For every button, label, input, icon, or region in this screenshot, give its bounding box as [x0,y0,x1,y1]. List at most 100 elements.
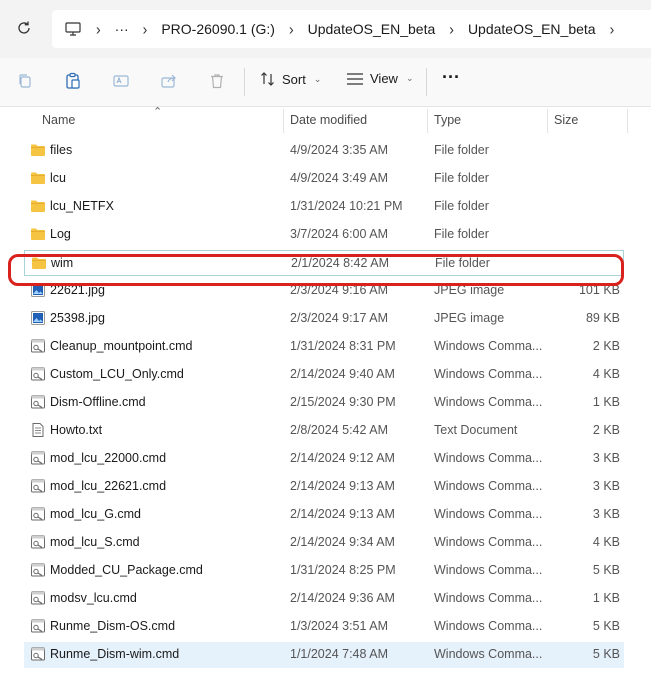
cmd-file-icon [30,646,46,662]
column-header-name[interactable]: Name [42,113,75,127]
more-options-button[interactable]: ··· [442,67,460,88]
column-header-type[interactable]: Type [434,113,461,127]
file-size: 5 KB [592,563,620,577]
share-button[interactable] [158,70,180,92]
cmd-file-icon [30,506,46,522]
rename-button[interactable] [110,70,132,92]
image-file-icon [30,310,46,326]
file-date-modified: 2/8/2024 5:42 AM [290,423,388,437]
cmd-file-icon [30,450,46,466]
file-row[interactable]: Log 3/7/2024 6:00 AM File folder [24,222,624,248]
file-type: Text Document [434,423,518,437]
file-row[interactable]: Custom_LCU_Only.cmd 2/14/2024 9:40 AM Wind… [24,362,624,388]
file-row[interactable]: mod_lcu_22000.cmd 2/14/2024 9:12 AM Window… [24,446,624,472]
file-date-modified: 3/7/2024 6:00 AM [290,227,388,241]
file-name: files [50,143,73,157]
file-name: Custom_LCU_Only.cmd [50,367,184,381]
file-name: Cleanup_mountpoint.cmd [50,339,193,353]
file-row[interactable]: Cleanup_mountpoint.cmd 1/31/2024 8:31 PM W… [24,334,624,360]
file-row[interactable]: Howto.txt 2/8/2024 5:42 AM Text Document 2 … [24,418,624,444]
sort-icon [261,72,274,86]
file-date-modified: 2/14/2024 9:13 AM [290,479,395,493]
file-type: File folder [434,199,489,213]
file-type: Windows Comma... [434,339,543,353]
breadcrumb-current-folder[interactable]: UpdateOS_EN_beta [468,21,596,37]
file-row[interactable]: mod_lcu_S.cmd 2/14/2024 9:34 AM Windows Co… [24,530,624,556]
column-divider[interactable] [627,109,628,133]
file-row[interactable]: files 4/9/2024 3:35 AM File folder [24,138,624,164]
cmd-file-icon [30,534,46,550]
file-name: lcu [50,171,66,185]
breadcrumb[interactable]: › ··· › PRO-26090.1 (G:) › UpdateOS_EN_b… [52,10,651,48]
file-date-modified: 2/14/2024 9:13 AM [290,507,395,521]
file-date-modified: 1/31/2024 8:31 PM [290,339,396,353]
column-header-date[interactable]: Date modified [290,113,367,127]
paste-button[interactable] [62,70,84,92]
file-name: Howto.txt [50,423,103,437]
column-divider[interactable] [283,109,284,133]
refresh-icon [18,21,30,34]
file-type: Windows Comma... [434,451,543,465]
chevron-right-icon: › [96,20,101,38]
file-row[interactable]: modsv_lcu.cmd 2/14/2024 9:36 AM Windows Co… [24,586,624,612]
copy-icon [19,74,31,88]
file-date-modified: 2/14/2024 9:40 AM [290,367,395,381]
file-type: File folder [434,171,489,185]
file-date-modified: 2/14/2024 9:36 AM [290,591,395,605]
delete-button[interactable] [206,70,228,92]
refresh-button[interactable] [12,16,36,40]
toolbar-divider [426,68,427,96]
file-type: Windows Comma... [434,647,543,661]
file-name: Modded_CU_Package.cmd [50,563,203,577]
file-name: Log [50,227,71,241]
file-type: File folder [434,143,489,157]
folder-icon [30,170,46,186]
file-type: Windows Comma... [434,619,543,633]
breadcrumb-overflow[interactable]: ··· [115,21,129,37]
file-date-modified: 1/3/2024 3:51 AM [290,619,388,633]
paste-icon [66,72,80,89]
file-name: mod_lcu_G.cmd [50,507,142,521]
file-size: 1 KB [592,395,620,409]
file-row[interactable]: mod_lcu_22621.cmd 2/14/2024 9:13 AM Window… [24,474,624,500]
breadcrumb-drive[interactable]: PRO-26090.1 (G:) [161,21,275,37]
folder-icon [30,142,46,158]
sort-button[interactable]: Sort ⌄ [260,71,321,87]
file-size: 4 KB [592,535,620,549]
file-name: mod_lcu_22621.cmd [50,479,167,493]
text-file-icon [30,422,46,438]
file-row[interactable]: Runme_Dism-wim.cmd 1/1/2024 7:48 AM Window… [24,642,624,668]
file-date-modified: 2/14/2024 9:12 AM [290,451,395,465]
column-divider[interactable] [427,109,428,133]
file-row[interactable]: Modded_CU_Package.cmd 1/31/2024 8:25 PM Wi… [24,558,624,584]
file-row[interactable]: Dism-Offline.cmd 2/15/2024 9:30 PM Windows… [24,390,624,416]
file-row[interactable]: mod_lcu_G.cmd 2/14/2024 9:13 AM Windows Co… [24,502,624,528]
vertical-scrollbar[interactable] [638,107,644,675]
file-name: lcu_NETFX [50,199,114,213]
chevron-down-icon: ⌄ [405,73,414,83]
breadcrumb-folder[interactable]: UpdateOS_EN_beta [308,21,436,37]
command-bar: Sort ⌄ View ⌄ ··· [0,58,651,107]
file-date-modified: 2/14/2024 9:34 AM [290,535,395,549]
file-row[interactable]: lcu 4/9/2024 3:49 AM File folder [24,166,624,192]
this-pc-icon[interactable] [64,20,82,38]
column-divider[interactable] [547,109,548,133]
cmd-file-icon [30,590,46,606]
file-type: Windows Comma... [434,395,543,409]
highlight-annotation [8,254,624,286]
file-row[interactable]: Runme_Dism-OS.cmd 1/3/2024 3:51 AM Windows… [24,614,624,640]
copy-button[interactable] [14,70,36,92]
column-header-row: ⌃ Name Date modified Type Size [10,106,630,135]
view-label: View [370,71,398,86]
file-row[interactable]: 25398.jpg 2/3/2024 9:17 AM JPEG image 89 KB [24,306,624,332]
cmd-file-icon [30,394,46,410]
file-type: Windows Comma... [434,367,543,381]
view-button[interactable]: View ⌄ [346,71,414,86]
file-size: 1 KB [592,591,620,605]
file-size: 2 KB [592,339,620,353]
file-row[interactable]: lcu_NETFX 1/31/2024 10:21 PM File folder [24,194,624,220]
column-header-size[interactable]: Size [554,113,578,127]
file-date-modified: 2/3/2024 9:17 AM [290,311,388,325]
trash-icon [211,74,223,89]
file-size: 2 KB [592,423,620,437]
